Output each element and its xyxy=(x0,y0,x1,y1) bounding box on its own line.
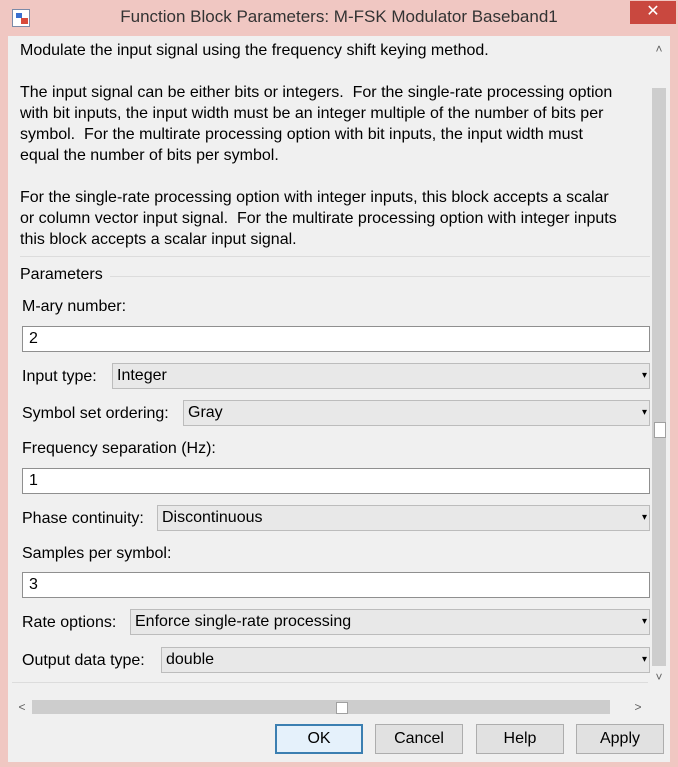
output-data-type-label: Output data type: xyxy=(22,652,145,669)
parameters-group-line xyxy=(110,276,650,277)
title-bar[interactable]: Function Block Parameters: M-FSK Modulat… xyxy=(0,0,678,36)
description-line: or column vector input signal. For the m… xyxy=(20,210,617,227)
frequency-separation-input[interactable] xyxy=(22,468,650,494)
description-divider xyxy=(20,256,650,257)
frequency-separation-label: Frequency separation (Hz): xyxy=(22,440,216,457)
rate-options-label: Rate options: xyxy=(22,614,117,631)
input-type-label: Input type: xyxy=(22,368,97,385)
output-data-type-dropdown[interactable]: double ▾ xyxy=(161,647,650,673)
phase-continuity-label: Phase continuity: xyxy=(22,510,144,527)
rate-options-dropdown[interactable]: Enforce single-rate processing ▾ xyxy=(130,609,650,635)
dialog-client-area: Modulate the input signal using the freq… xyxy=(8,36,670,762)
dialog-window: Function Block Parameters: M-FSK Modulat… xyxy=(0,0,678,767)
parameters-scroll-pane: Modulate the input signal using the freq… xyxy=(10,38,668,730)
symbol-set-ordering-dropdown[interactable]: Gray ▾ xyxy=(183,400,650,426)
description-line: equal the number of bits per symbol. xyxy=(20,147,279,164)
scroll-down-icon[interactable]: ˅ xyxy=(650,670,668,686)
scroll-up-icon[interactable]: ˄ xyxy=(650,42,668,58)
apply-button[interactable]: Apply xyxy=(576,724,664,754)
description-line: this block accepts a scalar input signal… xyxy=(20,231,297,248)
chevron-down-icon: ▾ xyxy=(641,370,647,381)
mary-number-label: M-ary number: xyxy=(22,298,127,315)
scroll-right-icon[interactable]: > xyxy=(630,698,646,716)
scroll-left-icon[interactable]: < xyxy=(14,698,30,716)
description-line: Modulate the input signal using the freq… xyxy=(20,42,489,59)
description-line: The input signal can be either bits or i… xyxy=(20,84,613,101)
symbol-set-ordering-label: Symbol set ordering: xyxy=(22,405,169,422)
parameters-bottom-divider xyxy=(12,682,648,683)
ok-button[interactable]: OK xyxy=(275,724,363,754)
phase-continuity-dropdown[interactable]: Discontinuous ▾ xyxy=(157,505,650,531)
simulink-block-icon xyxy=(12,9,30,27)
samples-per-symbol-label: Samples per symbol: xyxy=(22,545,172,562)
chevron-down-icon: ▾ xyxy=(641,512,647,523)
description-line: For the single-rate processing option wi… xyxy=(20,189,609,206)
input-type-dropdown[interactable]: Integer ▾ xyxy=(112,363,650,389)
chevron-down-icon: ▾ xyxy=(641,616,647,627)
description-line: with bit inputs, the input width must be… xyxy=(20,105,604,122)
horizontal-scroll-track[interactable] xyxy=(32,700,610,714)
vertical-scroll-track[interactable] xyxy=(652,88,666,666)
vertical-scrollbar[interactable]: ˄ ˅ xyxy=(650,38,668,688)
horizontal-scrollbar[interactable]: < > xyxy=(12,698,648,716)
block-description: Modulate the input signal using the freq… xyxy=(20,40,650,250)
description-line: symbol. For the multirate processing opt… xyxy=(20,126,583,143)
parameters-group-label: Parameters xyxy=(20,266,103,283)
phase-continuity-value: Discontinuous xyxy=(162,509,263,526)
rate-options-value: Enforce single-rate processing xyxy=(135,613,352,630)
mary-number-input[interactable] xyxy=(22,326,650,352)
chevron-down-icon: ▾ xyxy=(641,407,647,418)
cancel-button[interactable]: Cancel xyxy=(375,724,463,754)
scroll-content: Modulate the input signal using the freq… xyxy=(10,38,650,688)
window-title: Function Block Parameters: M-FSK Modulat… xyxy=(120,7,558,26)
samples-per-symbol-input[interactable] xyxy=(22,572,650,598)
help-button[interactable]: Help xyxy=(476,724,564,754)
output-data-type-value: double xyxy=(166,651,215,668)
vertical-scroll-thumb[interactable] xyxy=(654,422,666,438)
close-button[interactable]: ✕ xyxy=(630,1,676,24)
symbol-set-ordering-value: Gray xyxy=(188,404,223,421)
horizontal-scroll-thumb[interactable] xyxy=(336,702,348,714)
chevron-down-icon: ▾ xyxy=(641,654,647,665)
input-type-value: Integer xyxy=(117,367,167,384)
